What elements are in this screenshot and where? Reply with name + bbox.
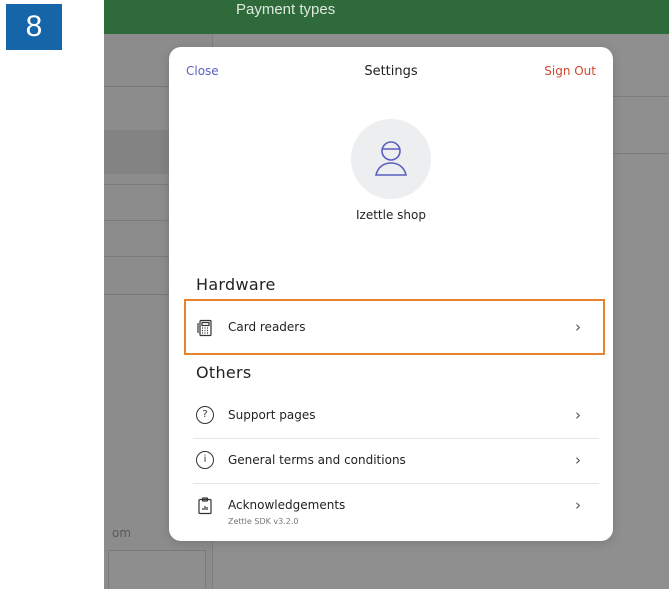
content-divider	[612, 153, 669, 154]
help-circle-icon: ?	[196, 406, 214, 424]
content-divider	[612, 96, 669, 97]
settings-modal: Close Settings Sign Out Izettle shop Har…	[169, 47, 613, 541]
card-readers-row[interactable]: Card readers ›	[193, 306, 599, 350]
general-terms-label: General terms and conditions	[228, 453, 406, 467]
sidebar-fragment-text: om	[112, 526, 132, 540]
chevron-right-icon: ›	[575, 451, 581, 469]
acknowledgements-label: Acknowledgements	[228, 498, 346, 512]
acknowledgements-row[interactable]: Acknowledgements Zettle SDK v3.2.0 ›	[193, 484, 599, 536]
modal-header: Close Settings Sign Out	[169, 47, 613, 97]
sdk-version-label: Zettle SDK v3.2.0	[228, 517, 299, 526]
header-title: Payment types	[236, 1, 336, 18]
card-reader-icon	[197, 319, 212, 337]
card-readers-label: Card readers	[228, 320, 306, 334]
section-title-others: Others	[196, 363, 252, 382]
app-header: Payment types	[104, 0, 669, 34]
info-circle-icon: i	[196, 451, 214, 469]
sign-out-button[interactable]: Sign Out	[544, 64, 596, 78]
support-pages-label: Support pages	[228, 408, 316, 422]
support-pages-row[interactable]: ? Support pages ›	[193, 394, 599, 438]
chevron-right-icon: ›	[575, 406, 581, 424]
user-icon	[375, 141, 407, 176]
general-terms-row[interactable]: i General terms and conditions ›	[193, 439, 599, 483]
chevron-right-icon: ›	[575, 496, 581, 514]
chevron-right-icon: ›	[575, 318, 581, 336]
section-title-hardware: Hardware	[196, 275, 276, 294]
clipboard-icon	[198, 497, 212, 515]
shop-name: Izettle shop	[356, 208, 426, 222]
sidebar-box	[108, 550, 206, 589]
avatar	[351, 119, 431, 199]
step-number-badge: 8	[6, 4, 62, 50]
